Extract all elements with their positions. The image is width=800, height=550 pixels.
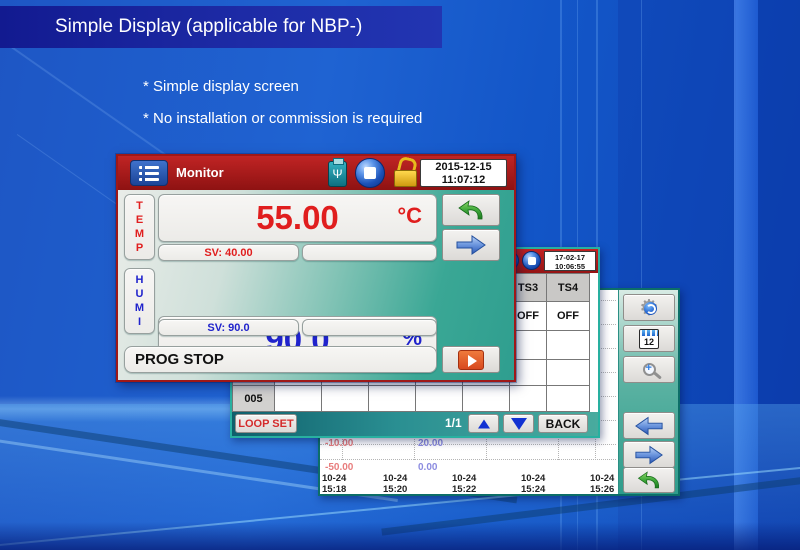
monitor-body: TEMP 55.00 °C SV: 40.00 HUMI 90.0 % SV: … [118, 190, 514, 380]
table-cell [275, 386, 322, 412]
page-left-button[interactable] [623, 412, 675, 439]
back-arrow-icon [458, 200, 483, 220]
calendar-icon: 12 [639, 328, 659, 349]
table-cell [510, 386, 547, 412]
bullet-point: * No installation or commission is requi… [143, 110, 423, 127]
refresh-button[interactable]: ⚙ [623, 294, 675, 321]
right-arrow-icon [456, 235, 486, 255]
bullet-point: * Simple display screen [143, 78, 299, 95]
calendar-button[interactable]: 12 [623, 325, 675, 352]
temp-unit: °C [397, 203, 422, 228]
table-cell [547, 360, 590, 386]
right-arrow-icon [635, 445, 663, 464]
gridline [320, 444, 616, 445]
humi-setpoint[interactable]: SV: 90.0 [158, 319, 299, 336]
refresh-gear-icon: ⚙ [639, 296, 659, 319]
loop-set-button[interactable]: LOOP SET [235, 414, 297, 433]
play-icon [458, 349, 484, 370]
monitor-panel: Monitor Ψ 2015-12-15 11:07:12 TEMP 55.00… [116, 154, 516, 382]
table-cell [416, 386, 463, 412]
run-button[interactable] [442, 346, 500, 373]
monitor-header: Monitor Ψ 2015-12-15 11:07:12 [118, 156, 514, 190]
back-arrow-icon [637, 471, 659, 489]
stop-status-icon[interactable] [355, 158, 385, 188]
page-right-button[interactable] [623, 441, 675, 468]
return-button[interactable] [442, 194, 500, 226]
humi-channel-label: HUMI [124, 268, 155, 334]
datetime-display: 17-02-17 10:06:55 [544, 251, 596, 271]
down-triangle-icon [510, 417, 527, 430]
trend-toolbar: ⚙ 12 [618, 290, 678, 494]
background-bottom-band [0, 522, 800, 550]
column-header: TS4 [547, 273, 590, 302]
slide-title-banner: Simple Display (applicable for NBP-) [0, 6, 442, 48]
table-cell [547, 331, 590, 360]
program-status-display: PROG STOP [124, 346, 437, 373]
table-cell [463, 386, 510, 412]
menu-list-icon [139, 165, 159, 181]
next-screen-button[interactable] [442, 229, 500, 261]
x-axis-label: 10-24 15:18 [322, 473, 347, 495]
zoom-in-magnifier-icon [642, 362, 656, 376]
temp-aux-box[interactable] [302, 244, 437, 261]
temp-channel-label: TEMP [124, 194, 155, 260]
back-button[interactable]: BACK [538, 414, 588, 433]
row-header: 005 [232, 386, 275, 412]
datetime-display: 2015-12-15 11:07:12 [420, 159, 507, 187]
up-triangle-icon [477, 419, 490, 428]
temp-value-display: 55.00 °C [158, 194, 437, 242]
x-axis-label: 10-24 15:20 [383, 473, 408, 495]
table-cell: OFF [547, 302, 590, 331]
y-axis-label: 0.00 [418, 462, 438, 473]
lock-open-icon[interactable] [394, 159, 417, 187]
table-cell [547, 386, 590, 412]
scroll-down-button[interactable] [503, 414, 534, 433]
page-indicator: 1/1 [445, 416, 462, 430]
humi-aux-box[interactable] [302, 319, 437, 336]
slide-title: Simple Display (applicable for NBP-) [55, 16, 363, 37]
x-axis-label: 10-24 15:22 [452, 473, 477, 495]
zoom-in-button[interactable] [623, 356, 675, 383]
temp-setpoint[interactable]: SV: 40.00 [158, 244, 299, 261]
screen-title: Monitor [176, 165, 224, 180]
usb-icon: Ψ [328, 158, 347, 187]
table-cell [322, 386, 369, 412]
table-row: 005 [232, 386, 590, 412]
x-axis-label: 10-24 15:24 [521, 473, 546, 495]
y-axis-label: -50.00 [325, 462, 354, 473]
stop-icon [522, 251, 541, 270]
menu-button[interactable] [130, 160, 168, 186]
table-cell [369, 386, 416, 412]
program-footer: LOOP SET 1/1 BACK [232, 412, 598, 436]
left-arrow-icon [635, 416, 663, 435]
y-axis-label: -10.00 [325, 438, 354, 449]
scroll-up-button[interactable] [468, 414, 499, 433]
back-button[interactable] [623, 467, 675, 493]
gridline [320, 459, 616, 460]
y-axis-label: 20.00 [418, 438, 444, 449]
